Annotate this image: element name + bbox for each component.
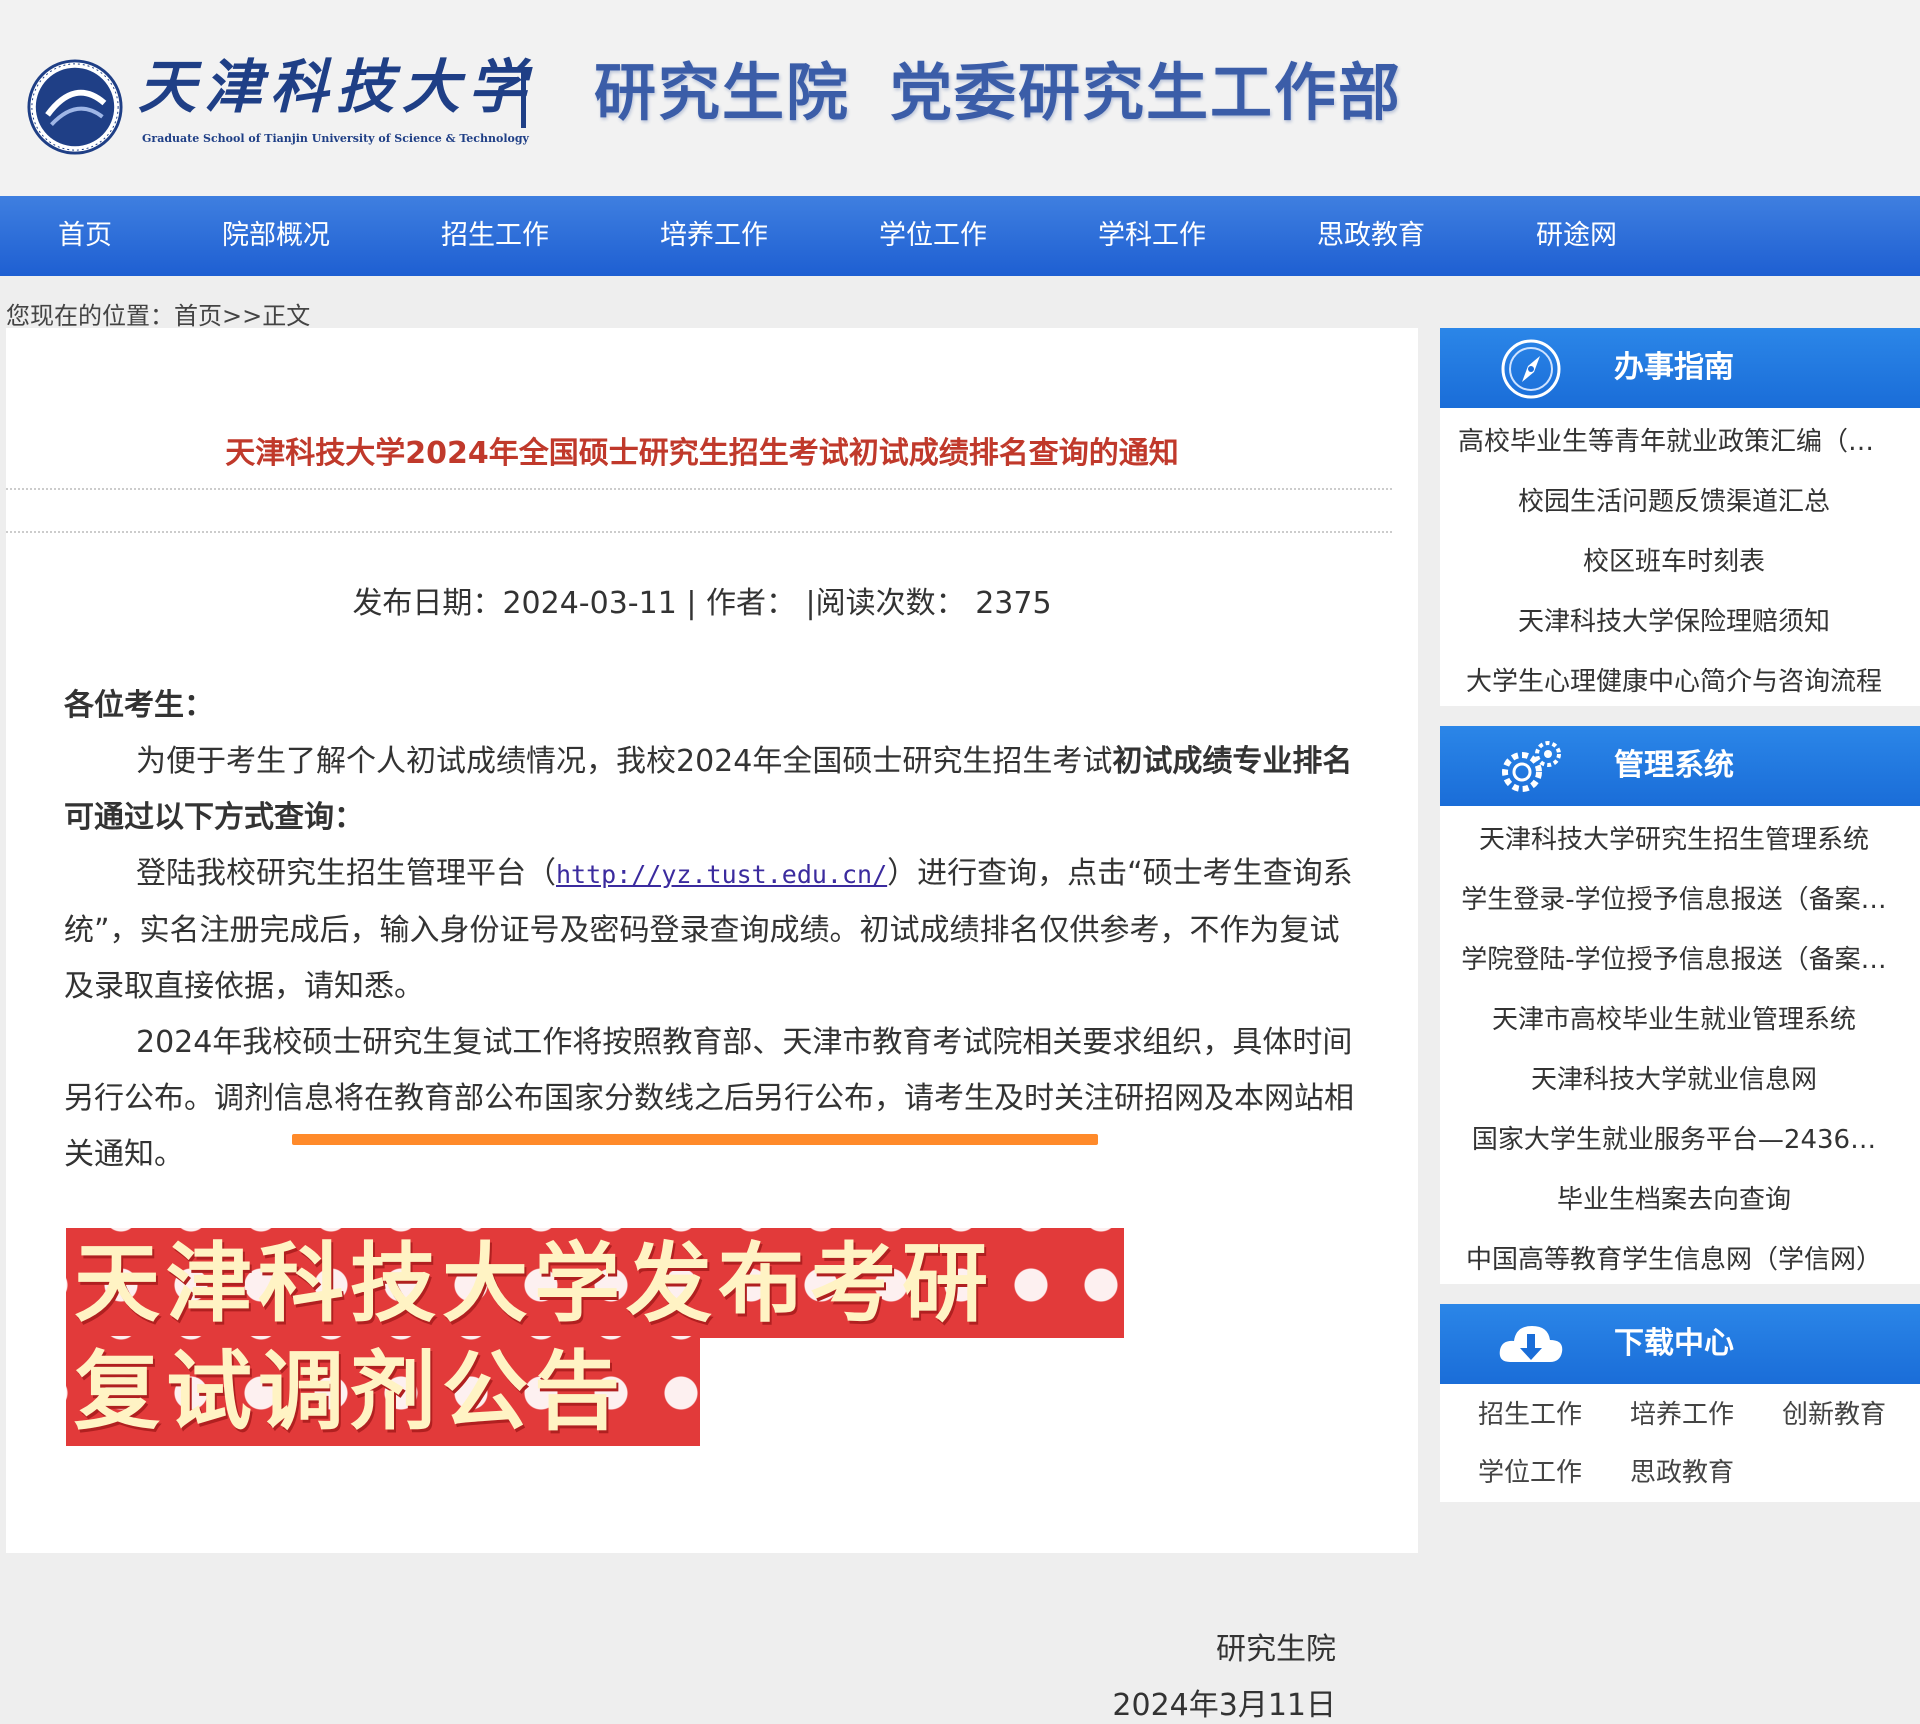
- article-paragraph-1: 为便于考生了解个人初试成绩情况，我校2024年全国硕士研究生招生考试初试成绩专业…: [64, 734, 1354, 846]
- nav-item-admissions[interactable]: 招生工作: [441, 196, 549, 276]
- banner-line-2-text: 复试调剂公告: [74, 1342, 626, 1442]
- sidebar-systems: 管理系统 天津科技大学研究生招生管理系统 学生登录-学位授予信息报送（备案… 学…: [1440, 726, 1920, 1284]
- admissions-platform-link[interactable]: http://yz.tust.edu.cn/: [556, 860, 887, 889]
- download-category-degree[interactable]: 学位工作: [1478, 1452, 1582, 1489]
- paragraph-2-before: 登陆我校研究生招生管理平台（: [136, 856, 556, 891]
- sidebar-downloads: 下载中心 招生工作 培养工作 创新教育 学位工作 思政教育: [1440, 1304, 1920, 1502]
- list-item[interactable]: 高校毕业生等青年就业政策汇编（2…: [1440, 412, 1920, 472]
- site-title-part1: 研究生院: [594, 56, 851, 129]
- sidebar-systems-header: 管理系统: [1440, 726, 1920, 806]
- banner-line-1-text: 天津科技大学发布考研: [74, 1234, 994, 1334]
- header-separator: [521, 70, 526, 128]
- list-item[interactable]: 大学生心理健康中心简介与咨询流程: [1440, 652, 1920, 712]
- sidebar-downloads-header: 下载中心: [1440, 1304, 1920, 1384]
- nav-item-training[interactable]: 培养工作: [660, 196, 768, 276]
- nav-item-degree[interactable]: 学位工作: [879, 196, 987, 276]
- cloud-download-icon: [1499, 1326, 1563, 1362]
- nav-item-yantu[interactable]: 研途网: [1536, 196, 1617, 276]
- article-title: 天津科技大学2024年全国硕士研究生招生考试初试成绩排名查询的通知: [225, 436, 1179, 471]
- nav-item-about[interactable]: 院部概况: [222, 196, 330, 276]
- list-item[interactable]: 天津市高校毕业生就业管理系统: [1440, 990, 1920, 1050]
- list-item[interactable]: 学生登录-学位授予信息报送（备案…: [1440, 870, 1920, 930]
- list-item[interactable]: 学院登陆-学位授予信息报送（备案…: [1440, 930, 1920, 990]
- list-item[interactable]: 国家大学生就业服务平台—2436…: [1440, 1110, 1920, 1170]
- breadcrumb-home-link[interactable]: 首页: [174, 302, 222, 330]
- sidebar-downloads-grid: 招生工作 培养工作 创新教育 学位工作 思政教育: [1440, 1384, 1920, 1502]
- breadcrumb-prefix: 您现在的位置：: [6, 302, 174, 330]
- author-label: 作者：: [706, 586, 796, 621]
- banner-line-2: 复试调剂公告: [66, 1336, 700, 1446]
- meta-separator: |: [805, 586, 816, 621]
- article-meta: 发布日期：2024-03-11 | 作者： |阅读次数： 2375: [6, 578, 1398, 622]
- sidebar-systems-title: 管理系统: [1614, 748, 1734, 783]
- article-paragraph-2: 登陆我校研究生招生管理平台（http://yz.tust.edu.cn/）进行查…: [64, 846, 1354, 1015]
- site-title: 研究生院 党委研究生工作部: [594, 62, 1402, 124]
- article-body: 各位考生： 为便于考生了解个人初试成绩情况，我校2024年全国硕士研究生招生考试…: [64, 678, 1354, 1183]
- signature-date: 2024年3月11日: [1112, 1688, 1336, 1723]
- nav-item-ideology[interactable]: 思政教育: [1317, 196, 1425, 276]
- compass-icon: [1501, 339, 1561, 399]
- sidebar-downloads-title: 下载中心: [1614, 1326, 1734, 1361]
- university-logo-english: Graduate School of Tianjin University of…: [142, 132, 529, 145]
- sidebar-guide-list: 高校毕业生等青年就业政策汇编（2… 校园生活问题反馈渠道汇总 校区班车时刻表 天…: [1440, 408, 1920, 712]
- reads-label: 阅读次数：: [815, 586, 966, 621]
- download-category-innovation[interactable]: 创新教育: [1782, 1394, 1886, 1431]
- sidebar-guide: 办事指南 高校毕业生等青年就业政策汇编（2… 校园生活问题反馈渠道汇总 校区班车…: [1440, 328, 1920, 706]
- highlight-underline: [292, 1134, 1098, 1145]
- read-count: 2375: [975, 586, 1052, 621]
- sidebar-systems-list: 天津科技大学研究生招生管理系统 学生登录-学位授予信息报送（备案… 学院登陆-学…: [1440, 806, 1920, 1290]
- list-item[interactable]: 校区班车时刻表: [1440, 532, 1920, 592]
- main-nav: 首页 院部概况 招生工作 培养工作 学位工作 学科工作 思政教育 研途网: [0, 196, 1920, 276]
- download-category-training[interactable]: 培养工作: [1630, 1394, 1734, 1431]
- breadcrumb: 您现在的位置：首页>>正文: [6, 296, 310, 331]
- download-category-admissions[interactable]: 招生工作: [1478, 1394, 1582, 1431]
- nav-item-discipline[interactable]: 学科工作: [1098, 196, 1206, 276]
- list-item[interactable]: 毕业生档案去向查询: [1440, 1170, 1920, 1230]
- list-item[interactable]: 校园生活问题反馈渠道汇总: [1440, 472, 1920, 532]
- list-item[interactable]: 中国高等教育学生信息网（学信网）: [1440, 1230, 1920, 1290]
- list-item[interactable]: 天津科技大学研究生招生管理系统: [1440, 810, 1920, 870]
- banner-line-1: 天津科技大学发布考研: [66, 1228, 1124, 1338]
- meta-separator: |: [686, 586, 697, 621]
- site-title-part2: 党委研究生工作部: [890, 56, 1403, 129]
- site-header: 天津科技大学 Graduate School of Tianjin Univer…: [0, 0, 1920, 196]
- download-category-ideology[interactable]: 思政教育: [1630, 1452, 1734, 1489]
- publish-date: 2024-03-11: [502, 586, 677, 621]
- title-divider-2: [6, 531, 1392, 533]
- university-emblem-icon[interactable]: [26, 58, 124, 156]
- nav-item-home[interactable]: 首页: [58, 196, 112, 276]
- date-label: 发布日期：: [352, 586, 503, 621]
- breadcrumb-arrow: >>: [222, 302, 263, 330]
- title-divider-1: [6, 488, 1392, 490]
- article-greeting: 各位考生：: [64, 688, 214, 723]
- breadcrumb-current: 正文: [262, 302, 311, 330]
- list-item[interactable]: 天津科技大学保险理赔须知: [1440, 592, 1920, 652]
- signature-org: 研究生院: [1216, 1632, 1336, 1667]
- announcement-banner: 天津科技大学发布考研 复试调剂公告: [66, 1228, 1124, 1450]
- sidebar-guide-header: 办事指南: [1440, 328, 1920, 408]
- sidebar-guide-title: 办事指南: [1614, 350, 1734, 385]
- list-item[interactable]: 天津科技大学就业信息网: [1440, 1050, 1920, 1110]
- gears-icon: [1502, 741, 1561, 792]
- paragraph-1-text: 为便于考生了解个人初试成绩情况，我校2024年全国硕士研究生招生考试: [136, 744, 1113, 779]
- article-paragraph-3: 2024年我校硕士研究生复试工作将按照教育部、天津市教育考试院相关要求组织，具体…: [64, 1025, 1354, 1172]
- university-logo-text: 天津科技大学: [138, 53, 535, 121]
